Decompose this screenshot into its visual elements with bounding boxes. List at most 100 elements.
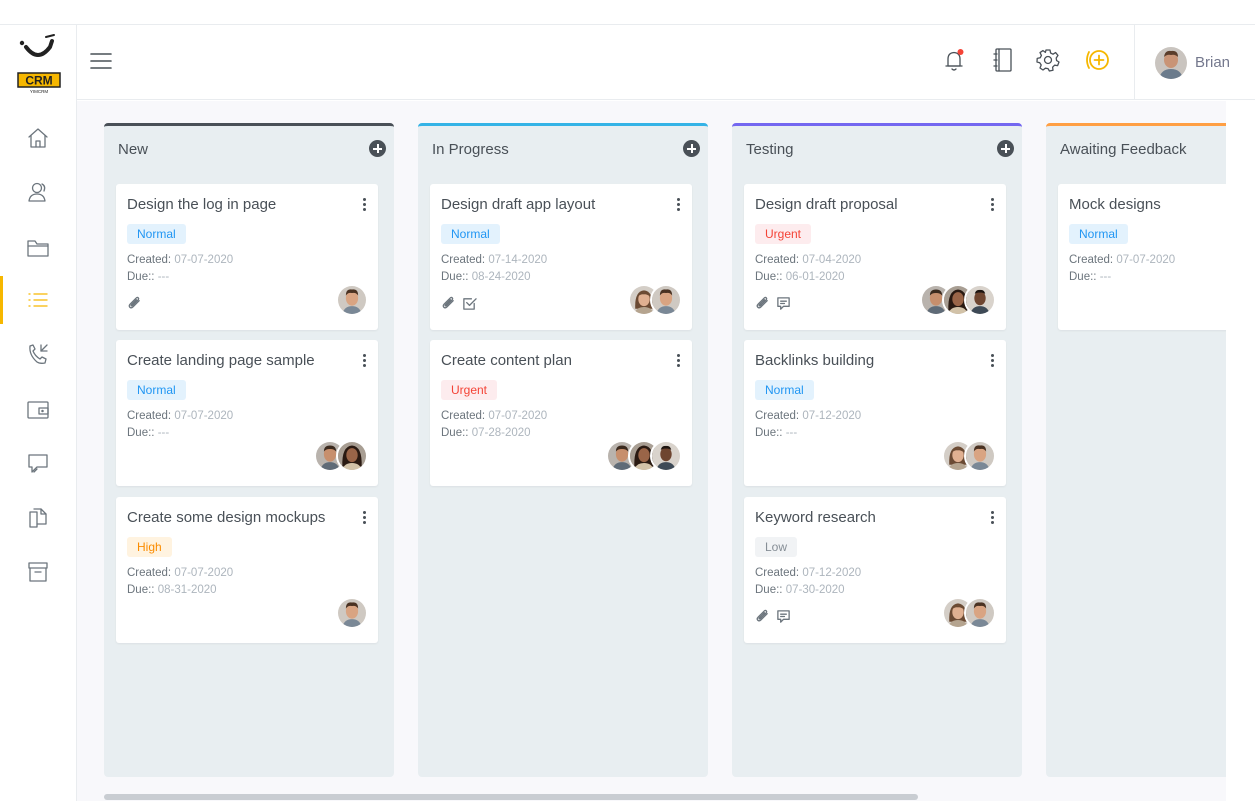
app-shell: CRM YIMCRM Brian New Design the log in p… [0, 24, 1255, 801]
priority-badge: Urgent [441, 380, 498, 400]
due-date: Due:: --- [755, 427, 798, 439]
sidebar-item-calls[interactable] [0, 334, 76, 374]
priority-badge: Normal [127, 380, 186, 400]
user-menu[interactable]: Brian [1134, 25, 1255, 100]
sidebar: CRM YIMCRM [0, 25, 77, 801]
add-card-button[interactable] [683, 140, 700, 157]
card-menu-button[interactable] [988, 354, 996, 368]
task-card[interactable]: Create content plan Urgent Created: 07-07-… [430, 340, 692, 486]
due-date: Due:: 08-24-2020 [441, 271, 531, 283]
menu-toggle-button[interactable] [89, 49, 113, 73]
attachment-icon [756, 296, 768, 309]
task-card[interactable]: Mock designs Normal Created: 07-07-2020 Due… [1058, 184, 1226, 330]
assignee-avatars [942, 440, 996, 472]
due-date: Due:: --- [1069, 271, 1112, 283]
notebook-button[interactable] [990, 47, 1016, 73]
created-date: Created: 07-07-2020 [127, 567, 234, 579]
add-circle-icon [1086, 50, 1109, 70]
wallet-icon [27, 401, 49, 419]
add-card-button[interactable] [369, 140, 386, 157]
avatar[interactable] [964, 597, 996, 629]
card-menu-button[interactable] [360, 198, 368, 212]
svg-text:YIMCRM: YIMCRM [30, 89, 48, 94]
user-avatar [1155, 46, 1187, 79]
assignee-avatars [920, 284, 996, 316]
sidebar-item-tasks[interactable] [0, 276, 76, 324]
add-card-button[interactable] [997, 140, 1014, 157]
task-card[interactable]: Design draft proposal Urgent Created: 07-0… [744, 184, 1006, 330]
task-card[interactable]: Create some design mockups High Created: 0… [116, 497, 378, 643]
avatar[interactable] [650, 284, 682, 316]
sidebar-item-archive[interactable] [0, 552, 76, 592]
attachment-icon [442, 296, 454, 309]
settings-button[interactable] [1035, 47, 1061, 73]
created-date: Created: 07-14-2020 [441, 254, 548, 266]
avatar[interactable] [650, 440, 682, 472]
priority-badge: Normal [755, 380, 814, 400]
attachment-icon [756, 609, 768, 622]
phone-call-icon [29, 344, 48, 364]
horizontal-scrollbar[interactable] [104, 794, 918, 800]
hamburger-icon [90, 53, 112, 69]
created-date: Created: 07-12-2020 [755, 567, 862, 579]
created-date: Created: 07-07-2020 [127, 410, 234, 422]
created-date: Created: 07-07-2020 [441, 410, 548, 422]
task-card[interactable]: Backlinks building Normal Created: 07-12-2… [744, 340, 1006, 486]
created-date: Created: 07-07-2020 [127, 254, 234, 266]
assignee-avatars [628, 284, 682, 316]
task-list-icon [28, 293, 48, 307]
assignee-avatars [336, 597, 368, 629]
checklist-icon [463, 298, 477, 310]
due-date: Due:: 08-31-2020 [127, 584, 217, 596]
notebook-icon [993, 48, 1012, 72]
avatar[interactable] [336, 284, 368, 316]
avatar[interactable] [336, 597, 368, 629]
card-menu-button[interactable] [360, 511, 368, 525]
due-date: Due:: 07-30-2020 [755, 584, 845, 596]
avatar[interactable] [964, 440, 996, 472]
sidebar-item-home[interactable] [0, 118, 76, 158]
app-logo[interactable]: CRM YIMCRM [16, 33, 62, 95]
sidebar-item-wallet[interactable] [0, 390, 76, 430]
task-title: Design draft app layout [441, 196, 596, 213]
task-card[interactable]: Create landing page sample Normal Created:… [116, 340, 378, 486]
sidebar-item-contacts[interactable] [0, 172, 76, 212]
task-title: Mock designs [1069, 196, 1161, 213]
due-date: Due:: 06-01-2020 [755, 271, 845, 283]
kanban-column: Awaiting Feedback Mock designs Normal Creat… [1046, 123, 1226, 777]
task-card[interactable]: Keyword research Low Created: 07-12-2020 Du… [744, 497, 1006, 643]
archive-icon [28, 562, 48, 582]
priority-badge: Normal [441, 224, 500, 244]
sidebar-item-chat[interactable] [0, 443, 76, 483]
avatar[interactable] [964, 284, 996, 316]
avatar[interactable] [336, 440, 368, 472]
notifications-button[interactable] [942, 47, 968, 73]
card-indicators [755, 296, 791, 311]
task-title: Create some design mockups [127, 509, 326, 526]
created-date: Created: 07-12-2020 [755, 410, 862, 422]
priority-badge: Normal [1069, 224, 1128, 244]
kanban-column: New Design the log in page Normal Created: … [104, 123, 394, 777]
quick-add-button[interactable] [1084, 47, 1110, 73]
created-date: Created: 07-04-2020 [755, 254, 862, 266]
card-menu-button[interactable] [988, 511, 996, 525]
due-date: Due:: --- [127, 271, 170, 283]
sidebar-item-documents[interactable] [0, 497, 76, 537]
task-title: Backlinks building [755, 352, 875, 369]
sidebar-item-folders[interactable] [0, 228, 76, 268]
chat-icon [28, 454, 48, 473]
assignee-avatars [942, 597, 996, 629]
kanban-column: In Progress Design draft app layout Normal… [418, 123, 708, 777]
card-menu-button[interactable] [674, 354, 682, 368]
documents-icon [29, 508, 47, 528]
card-menu-button[interactable] [674, 198, 682, 212]
card-menu-button[interactable] [360, 354, 368, 368]
kanban-column: Testing Design draft proposal Urgent Create… [732, 123, 1022, 777]
priority-badge: High [127, 537, 172, 557]
card-menu-button[interactable] [988, 198, 996, 212]
due-date: Due:: --- [127, 427, 170, 439]
task-card[interactable]: Design the log in page Normal Created: 07-… [116, 184, 378, 330]
comment-icon [777, 610, 790, 623]
kanban-board: New Design the log in page Normal Created: … [77, 101, 1226, 801]
task-card[interactable]: Design draft app layout Normal Created: 07… [430, 184, 692, 330]
